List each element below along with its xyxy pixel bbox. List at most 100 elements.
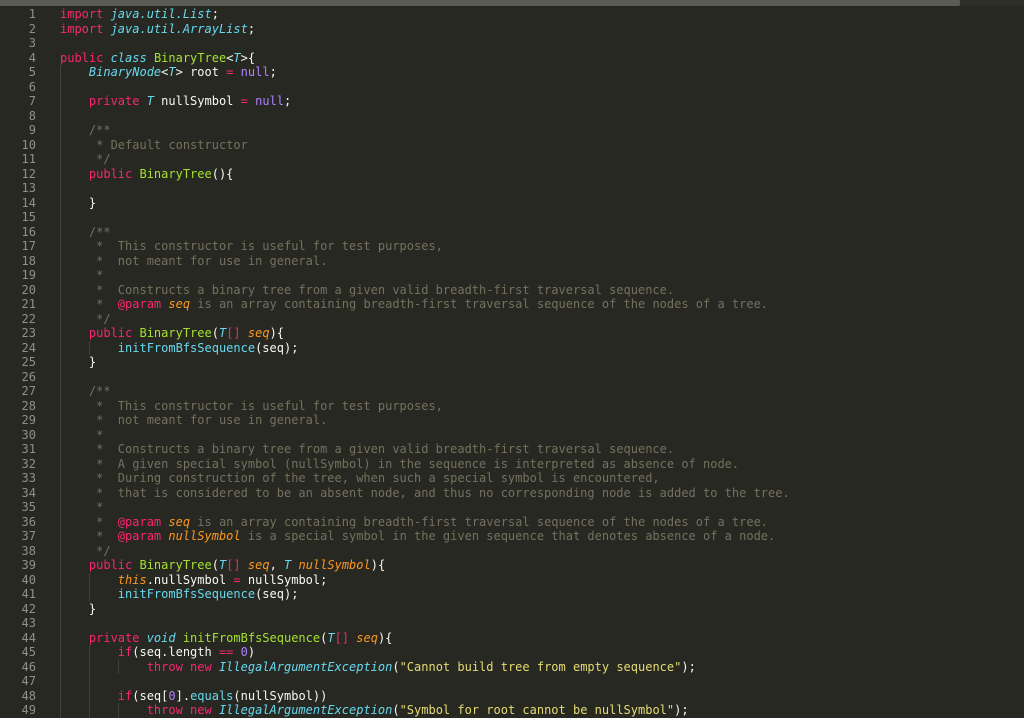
code-line[interactable]: private T nullSymbol = null;	[60, 94, 291, 109]
line-number: 48	[21, 688, 36, 703]
code-line[interactable]: * A given special symbol (nullSymbol) in…	[60, 457, 739, 472]
line-number: 32	[21, 456, 36, 471]
code-line[interactable]: public BinaryTree(T[] seq){	[60, 326, 284, 341]
code-token: java.util.List	[110, 7, 212, 21]
code-token: null	[247, 94, 284, 108]
code-line[interactable]: * During construction of the tree, when …	[60, 471, 660, 486]
code-token: * Default constructor	[60, 137, 248, 152]
code-token: .nullSymbol	[146, 572, 234, 587]
code-token: */	[60, 543, 111, 558]
line-number-gutter: 1 2 3 4 5 6 7 8 9 10 11 12 13 14 15 16 17 18 19 20 21 22 23 24 2…	[0, 6, 44, 718]
line-number: 43	[21, 616, 36, 630]
code-line[interactable]: * This constructor is useful for test pu…	[60, 239, 443, 254]
code-line[interactable]: /**	[60, 123, 111, 138]
code-token: );	[674, 703, 689, 717]
code-token: BinaryTree	[139, 326, 212, 340]
code-token: IllegalArgumentException	[218, 703, 393, 717]
line-number: 38	[21, 543, 36, 558]
code-line[interactable]: *	[60, 268, 103, 283]
code-line[interactable]: initFromBfsSequence(seq);	[60, 587, 299, 602]
code-line[interactable]: throw new IllegalArgumentException("Symb…	[60, 703, 689, 718]
code-line[interactable]: */	[60, 543, 111, 559]
code-token: []	[334, 630, 357, 645]
code-token: ].	[175, 688, 191, 703]
code-line[interactable]: *	[60, 500, 103, 515]
code-line[interactable]: * not meant for use in general.	[60, 413, 327, 428]
code-token: import	[60, 21, 111, 36]
line-number: 18	[21, 253, 36, 268]
code-line[interactable]: import java.util.ArrayList;	[60, 22, 255, 37]
code-line[interactable]: }	[60, 196, 96, 211]
code-line[interactable]: * Constructs a binary tree from a given …	[60, 442, 674, 457]
code-token: ==	[218, 645, 234, 659]
code-line[interactable]: * not meant for use in general.	[60, 254, 327, 269]
code-editor[interactable]: 1 2 3 4 5 6 7 8 9 10 11 12 13 14 15 16 17 18 19 20 21 22 23 24 2…	[0, 0, 1024, 718]
code-token: if	[117, 688, 133, 703]
code-line[interactable]: public BinaryTree(){	[60, 166, 234, 182]
code-line[interactable]: * This constructor is useful for test pu…	[60, 399, 443, 414]
line-number: 30	[21, 427, 36, 442]
code-line[interactable]: if(seq[0].equals(nullSymbol))	[60, 688, 328, 704]
code-token: ;	[211, 7, 219, 21]
code-line[interactable]: public class BinaryTree<T>{	[60, 51, 255, 66]
code-token: (seq);	[255, 340, 299, 355]
code-token: =	[240, 94, 248, 108]
code-line[interactable]: /**	[60, 225, 111, 240]
code-line[interactable]: */	[60, 152, 110, 167]
code-line[interactable]: * @param seq is an array containing brea…	[60, 297, 768, 312]
code-line[interactable]: * that is considered to be an absent nod…	[60, 486, 790, 501]
code-line[interactable]: * Default constructor	[60, 138, 248, 153]
code-token: T	[327, 630, 335, 645]
code-token: void	[146, 630, 183, 645]
code-token: @param	[117, 514, 169, 529]
code-token: (seq);	[255, 587, 299, 601]
code-token: *	[60, 297, 118, 311]
code-token: @param	[117, 297, 169, 311]
code-token: is a special symbol in the given sequenc…	[240, 529, 776, 543]
line-number: 45	[21, 645, 36, 659]
line-number: 25	[21, 355, 36, 369]
code-line[interactable]: throw new IllegalArgumentException("Cann…	[60, 660, 696, 675]
line-number: 26	[21, 369, 36, 384]
line-number: 7	[28, 94, 36, 108]
code-token: private	[88, 94, 147, 108]
code-line[interactable]: import java.util.List;	[60, 7, 219, 22]
code-line[interactable]: */	[60, 312, 110, 327]
line-number: 28	[21, 398, 36, 413]
line-number: 23	[21, 326, 36, 340]
code-line[interactable]: }	[60, 602, 96, 617]
code-token: > root	[175, 65, 227, 79]
line-number: 10	[21, 137, 36, 152]
code-line[interactable]: }	[60, 355, 96, 370]
line-number: 41	[21, 587, 36, 601]
line-number: 14	[21, 195, 36, 210]
indent-guide	[117, 703, 119, 718]
code-line[interactable]: initFromBfsSequence(seq);	[60, 340, 299, 356]
code-line[interactable]: * @param nullSymbol is a special symbol …	[60, 529, 775, 544]
code-line[interactable]: * @param seq is an array containing brea…	[60, 515, 768, 530]
code-area[interactable]: import java.util.List; import java.util.A…	[44, 6, 1024, 718]
code-token: 0	[168, 688, 176, 703]
line-number: 44	[21, 630, 36, 645]
code-line[interactable]: public BinaryTree(T[] seq, T nullSymbol)…	[60, 558, 385, 573]
code-token: (	[211, 326, 219, 340]
code-token: (){	[211, 166, 234, 181]
code-token: ;	[269, 65, 277, 79]
code-line[interactable]: this.nullSymbol = nullSymbol;	[60, 572, 328, 588]
code-line[interactable]: /**	[60, 384, 111, 399]
code-line[interactable]: private void initFromBfsSequence(T[] seq…	[60, 630, 393, 646]
code-token: seq	[356, 630, 378, 645]
code-line[interactable]: *	[60, 428, 103, 443]
indent-guide	[60, 65, 61, 718]
code-line[interactable]: BinaryNode<T> root = null;	[60, 65, 277, 80]
line-number: 21	[21, 297, 36, 311]
code-token: (	[211, 558, 219, 572]
code-token: (seq.length	[132, 645, 219, 659]
code-token: equals	[190, 688, 234, 703]
code-token: (	[392, 659, 400, 674]
line-number: 39	[21, 558, 36, 572]
code-line[interactable]: * Constructs a binary tree from a given …	[60, 283, 674, 298]
code-token: )	[247, 645, 256, 659]
